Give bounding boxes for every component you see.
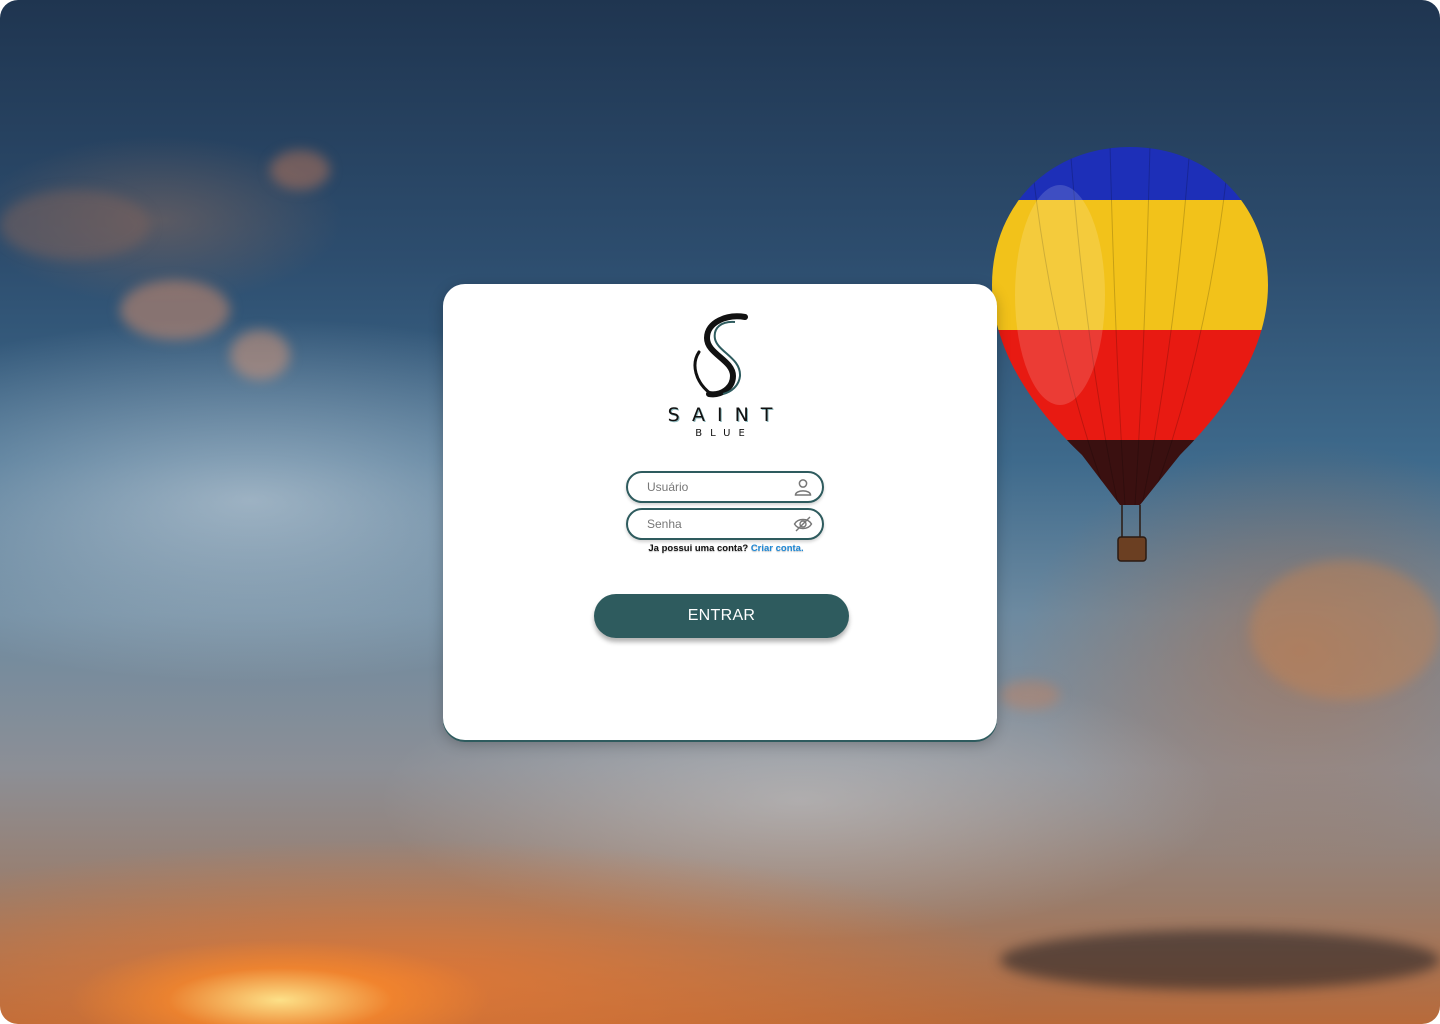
background-cloud: [270, 150, 330, 190]
background-cloud: [120, 280, 230, 340]
brand-s-mark: [693, 313, 748, 398]
background-cloud: [1000, 930, 1440, 990]
signup-prompt: Ja possui uma conta? Criar conta.: [626, 543, 826, 554]
password-input[interactable]: [628, 510, 797, 538]
background-cloud: [1000, 680, 1060, 710]
brand-subname: BLUE: [695, 428, 753, 439]
background-cloud: [230, 330, 290, 380]
background-cloud: [1250, 560, 1440, 700]
user-icon: [794, 479, 812, 496]
username-input[interactable]: [628, 473, 797, 501]
signup-prompt-text: Ja possui uma conta?: [648, 543, 749, 554]
password-field[interactable]: [626, 508, 824, 540]
login-screen: SAINT BLUE Ja possui uma conta? Criar co…: [0, 0, 1440, 1024]
hot-air-balloon-image: [992, 147, 1268, 562]
login-button[interactable]: ENTRAR: [594, 594, 849, 638]
login-card: SAINT BLUE Ja possui uma conta? Criar co…: [443, 284, 997, 740]
brand-logo: SAINT BLUE: [443, 312, 997, 439]
background-cloud: [0, 190, 150, 260]
eye-off-icon[interactable]: [793, 514, 813, 534]
username-field[interactable]: [626, 471, 824, 503]
create-account-link[interactable]: Criar conta.: [751, 543, 804, 554]
brand-name: SAINT: [667, 404, 785, 426]
